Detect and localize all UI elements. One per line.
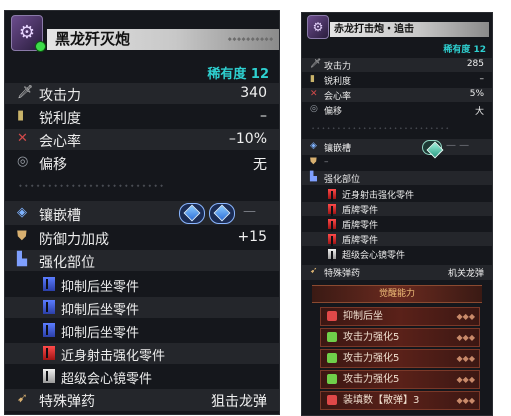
- slots-row: ◈ 镶嵌槽 —: [5, 201, 279, 225]
- ability-icon: [327, 332, 337, 342]
- awakened-ability-row[interactable]: 攻击力强化5 ◆◆◆: [320, 370, 480, 389]
- stat-row-affinity: ✕ 会心率 –10%: [5, 129, 279, 150]
- separator: ⬩⬩⬩⬩⬩⬩⬩⬩⬩⬩⬩⬩⬩⬩⬩⬩⬩⬩⬩⬩⬩⬩⬩⬩⬩⬩⬩: [312, 125, 452, 132]
- ability-icon: [327, 395, 337, 405]
- decoration-slots-empty: — —: [446, 140, 470, 151]
- part-row[interactable]: 抑制后坐零件: [5, 320, 279, 341]
- sharpness-icon: ▮: [17, 108, 25, 123]
- shield-icon: ⛊: [310, 157, 317, 167]
- close-range-part-icon: [43, 346, 55, 360]
- ability-icon: [327, 374, 337, 384]
- awakened-ability-row[interactable]: 攻击力强化5 ◆◆◆: [320, 349, 480, 368]
- recoil-part-icon: [43, 300, 55, 314]
- stat-row-deviation: ◎ 偏移 无: [17, 154, 267, 173]
- recoil-part-icon: [43, 277, 55, 291]
- decoration-slot-3-empty: —: [243, 204, 256, 219]
- awakened-ability-row[interactable]: 抑制后坐 ◆◆◆: [320, 307, 480, 326]
- weapon-name: 赤龙打击炮・追击: [334, 24, 414, 35]
- defense-row: ⛊ 防御力加成 +15: [17, 229, 267, 248]
- recoil-part-icon: [43, 323, 55, 337]
- ability-icon: [327, 311, 337, 321]
- part-row[interactable]: 近身射击强化零件: [302, 187, 492, 201]
- rank-badge-icon: [35, 41, 46, 52]
- shield-part-icon: [328, 219, 336, 231]
- weapon-detail-panel-right: ⚙ 赤龙打击炮・追击 稀有度 12 🗡 攻击力 285 ▮ 锐利度 – ✕ 会心…: [301, 12, 493, 416]
- stat-row-affinity: ✕ 会心率 5%: [302, 88, 492, 102]
- affinity-icon: ✕: [17, 131, 28, 146]
- custom-parts-icon: ▙: [17, 252, 27, 267]
- part-row[interactable]: 抑制后坐零件: [5, 274, 279, 295]
- heavy-bowgun-icon: ⚙: [307, 15, 329, 39]
- ability-icon: [327, 353, 337, 363]
- decoration-slot-1[interactable]: [422, 140, 442, 155]
- sharpness-icon: ▮: [310, 74, 315, 84]
- stat-row-attack: 🗡 攻击力 340: [5, 83, 279, 104]
- rarity-label: 稀有度 12: [443, 45, 486, 55]
- stat-row-deviation: ◎ 偏移 大: [310, 104, 484, 117]
- part-row[interactable]: 超级会心镜零件: [5, 366, 279, 387]
- weapon-name-bar: 黑龙歼灭炮 ⬩⬩⬩⬩⬩⬩⬩⬩⬩⬩: [47, 29, 279, 50]
- deviation-icon: ◎: [310, 104, 318, 114]
- stat-row-sharpness: ▮ 锐利度 –: [310, 74, 484, 87]
- deviation-icon: ◎: [17, 154, 29, 169]
- decoration-slot-1[interactable]: [179, 203, 205, 224]
- shield-part-icon: [328, 234, 336, 246]
- attack-icon: 🗡: [310, 59, 322, 69]
- stat-row-attack: 🗡 攻击力 285: [302, 58, 492, 72]
- special-ammo-row: ➹ 特殊弹药 机关龙弹: [302, 265, 492, 280]
- weapon-name-bar: 赤龙打击炮・追击: [330, 22, 489, 37]
- special-ammo-row: ➹ 特殊弹药 狙击龙弹: [5, 389, 279, 411]
- part-row[interactable]: 盾牌零件: [302, 217, 492, 231]
- defense-row: ⛊ –: [310, 157, 329, 167]
- rarity-label: 稀有度 12: [207, 67, 269, 82]
- part-row[interactable]: 超级会心镜零件: [302, 247, 492, 261]
- separator: ⬩⬩⬩⬩⬩⬩⬩⬩⬩⬩⬩⬩⬩⬩⬩⬩⬩⬩⬩⬩⬩⬩⬩⬩⬩: [19, 181, 166, 190]
- customization-row: ▙ 强化部位: [5, 250, 279, 271]
- slots-row: ◈ 镶嵌槽 — —: [302, 139, 492, 155]
- part-row[interactable]: 盾牌零件: [302, 232, 492, 246]
- part-row[interactable]: 抑制后坐零件: [5, 297, 279, 318]
- decoration-slot-icon: ◈: [310, 141, 317, 151]
- awakened-abilities-header: 觉醒能力: [312, 285, 482, 303]
- special-ammo-icon: ➹: [17, 391, 28, 406]
- special-ammo-icon: ➹: [310, 266, 318, 276]
- weapon-detail-panel-left: ⚙ 黑龙歼灭炮 ⬩⬩⬩⬩⬩⬩⬩⬩⬩⬩ 稀有度 12 🗡 攻击力 340 ▮ 锐利…: [4, 10, 280, 415]
- awakened-ability-row[interactable]: 攻击力强化5 ◆◆◆: [320, 328, 480, 347]
- decoration-slot-2[interactable]: [209, 203, 235, 224]
- part-row[interactable]: 近身射击强化零件: [5, 343, 279, 364]
- shield-part-icon: [328, 204, 336, 216]
- attack-icon: 🗡: [17, 85, 34, 100]
- decoration-slot-icon: ◈: [17, 205, 27, 220]
- custom-parts-icon: ▙: [310, 172, 317, 182]
- customization-row: ▙ 强化部位: [302, 171, 492, 185]
- weapon-name: 黑龙歼灭炮: [55, 30, 131, 48]
- critical-part-icon: [328, 249, 336, 261]
- close-range-part-icon: [328, 189, 336, 201]
- critical-part-icon: [43, 369, 55, 383]
- part-row[interactable]: 盾牌零件: [302, 202, 492, 216]
- stat-row-sharpness: ▮ 锐利度 –: [17, 108, 267, 127]
- shield-icon: ⛊: [17, 229, 27, 244]
- affinity-icon: ✕: [310, 89, 318, 99]
- awakened-ability-row[interactable]: 装填数【散弹】3 ◆◆◆: [320, 391, 480, 410]
